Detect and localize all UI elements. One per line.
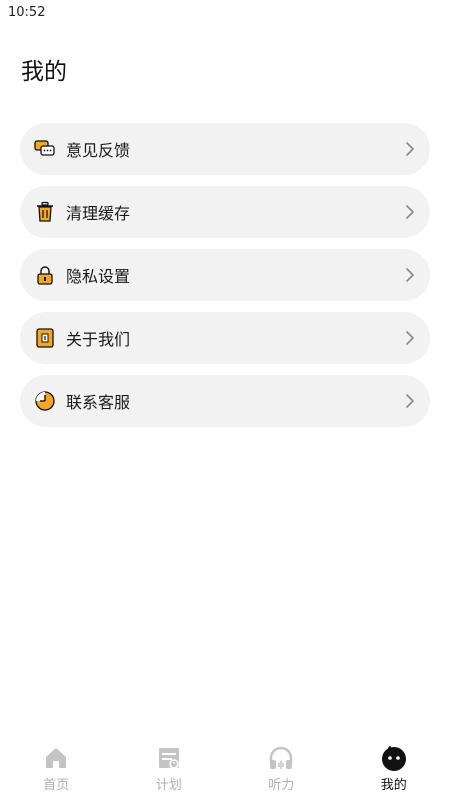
- menu-item-label: 隐私设置: [66, 267, 131, 286]
- tab-profile[interactable]: 我的: [338, 736, 450, 800]
- menu-item-contact-support[interactable]: 联系客服: [20, 375, 430, 427]
- menu-item-privacy[interactable]: 隐私设置: [20, 249, 430, 301]
- menu-item-clear-cache[interactable]: 清理缓存: [20, 186, 430, 238]
- chevron-right-icon: [406, 394, 414, 408]
- status-time: 10:52: [8, 5, 46, 20]
- chevron-right-icon: [406, 331, 414, 345]
- chevron-right-icon: [406, 142, 414, 156]
- tab-label: 首页: [43, 778, 70, 793]
- tab-home[interactable]: 首页: [0, 736, 113, 800]
- profile-face-icon: [380, 744, 408, 772]
- menu-item-label: 关于我们: [66, 330, 131, 349]
- settings-menu: 意见反馈 清理缓存 隐私设置 关于我们 联系客服: [20, 123, 430, 438]
- tab-label: 计划: [155, 778, 182, 793]
- chevron-right-icon: [406, 205, 414, 219]
- tab-plan[interactable]: 计划: [113, 736, 226, 800]
- trash-icon: [34, 201, 56, 223]
- info-icon: [34, 327, 56, 349]
- clock-support-icon: [34, 390, 56, 412]
- tab-label: 我的: [380, 778, 407, 793]
- feedback-icon: [34, 138, 56, 160]
- plan-icon: [155, 744, 183, 772]
- chevron-right-icon: [406, 268, 414, 282]
- menu-item-label: 清理缓存: [66, 204, 131, 223]
- menu-item-label: 联系客服: [66, 393, 131, 412]
- home-icon: [42, 744, 70, 772]
- lock-icon: [34, 264, 56, 286]
- status-bar: 10:52: [0, 0, 450, 26]
- tab-listening[interactable]: 听力: [225, 736, 338, 800]
- menu-item-label: 意见反馈: [66, 141, 131, 160]
- headphones-icon: [267, 744, 295, 772]
- bottom-tab-bar: 首页 计划 听力 我的: [0, 736, 450, 800]
- page-title: 我的: [21, 59, 67, 85]
- menu-item-about[interactable]: 关于我们: [20, 312, 430, 364]
- menu-item-feedback[interactable]: 意见反馈: [20, 123, 430, 175]
- tab-label: 听力: [268, 778, 295, 793]
